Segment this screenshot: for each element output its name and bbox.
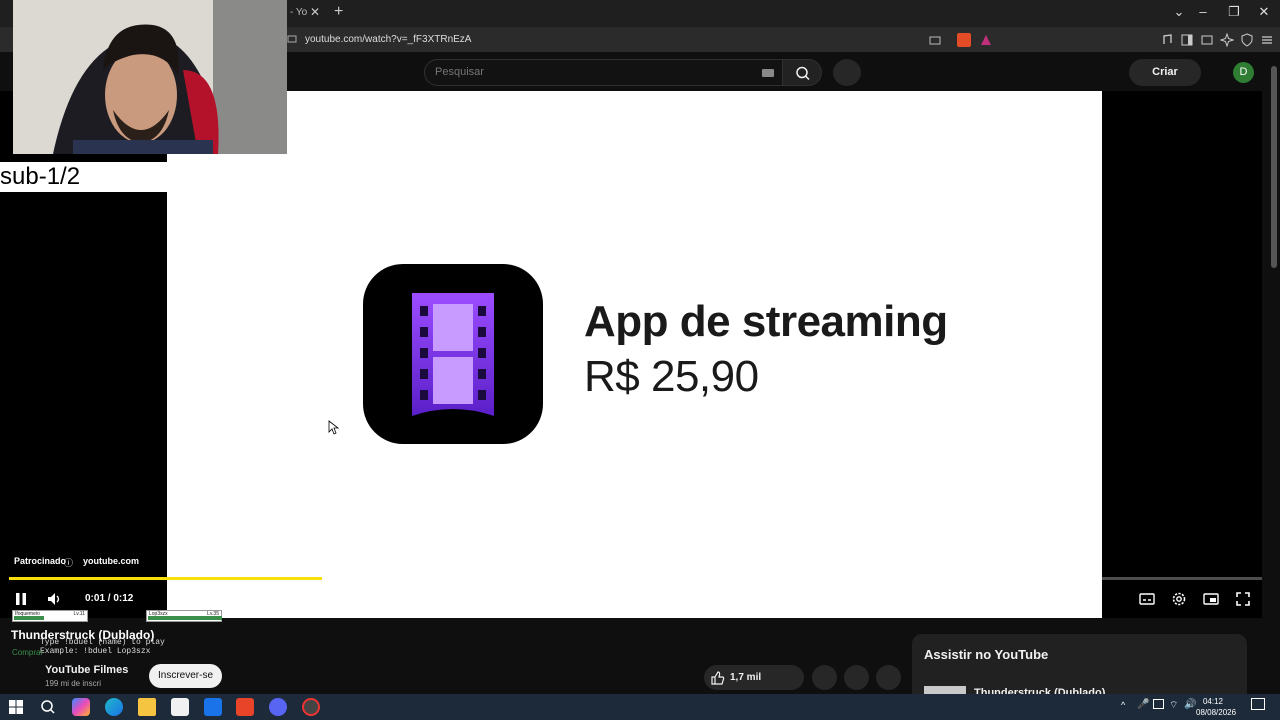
- wallet-icon[interactable]: [1200, 33, 1214, 47]
- windows-start-icon[interactable]: [7, 698, 25, 716]
- url-text[interactable]: youtube.com/watch?v=_fF3XTRnEzA: [305, 34, 471, 45]
- store-icon[interactable]: [171, 698, 189, 716]
- tab-close-icon[interactable]: ✕: [310, 5, 320, 19]
- subscriber-count: 199 mi de inscri: [45, 679, 102, 688]
- notifications-icon[interactable]: [1251, 698, 1265, 710]
- thumbs-up-icon: [711, 671, 725, 685]
- avatar[interactable]: D: [1233, 62, 1254, 83]
- voice-search-button[interactable]: [833, 59, 861, 86]
- hp-bar: [14, 616, 44, 620]
- more-actions-button[interactable]: [876, 665, 901, 690]
- wifi-icon[interactable]: ⌔: [1169, 699, 1178, 712]
- webcam-overlay: [13, 0, 287, 154]
- duel-hint: Type !bduel (name) to play Example: !bdu…: [40, 638, 165, 656]
- vpn-icon[interactable]: [1240, 33, 1254, 47]
- cast-icon[interactable]: [928, 33, 942, 47]
- search-button[interactable]: [782, 59, 822, 86]
- search-icon[interactable]: [39, 698, 57, 716]
- subtitles-button[interactable]: [1138, 590, 1156, 608]
- progress-fill: [9, 577, 323, 580]
- brave-icon[interactable]: [236, 698, 254, 716]
- mouse-cursor-icon: [328, 420, 340, 435]
- tray-chevron-icon[interactable]: ^: [1121, 700, 1125, 710]
- mail-icon[interactable]: [204, 698, 222, 716]
- search-icon: [796, 66, 810, 81]
- clock-time: 04:12: [1202, 697, 1224, 706]
- music-icon[interactable]: [1160, 33, 1174, 47]
- sponsored-label: Patrocinado: [14, 556, 67, 566]
- fullscreen-button[interactable]: [1234, 590, 1252, 608]
- copilot-icon[interactable]: [72, 698, 90, 716]
- sidebar-icon[interactable]: [1180, 33, 1194, 47]
- player-hp-card-1: Ifoquemeio Lv.11: [12, 610, 88, 622]
- player-hp-card-2: Lop3szx Lv.35: [146, 610, 222, 622]
- ad-title: App de streaming: [584, 297, 948, 346]
- volume-button[interactable]: [46, 591, 64, 607]
- leo-ai-icon[interactable]: [1220, 33, 1234, 47]
- duel-hint-line-2: Example: !bduel Lop3szx: [40, 647, 151, 656]
- channel-name[interactable]: YouTube Filmes: [45, 664, 128, 676]
- settings-gear-icon[interactable]: [1170, 590, 1188, 608]
- watch-panel-title: Assistir no YouTube: [924, 647, 1049, 662]
- watch-on-youtube-panel[interactable]: [912, 634, 1247, 694]
- tab-list-chevron-icon[interactable]: ⌄: [1169, 4, 1189, 20]
- share-button[interactable]: [812, 665, 837, 690]
- microphone-icon[interactable]: 🎤: [1137, 699, 1149, 710]
- player-level: Lv.11: [73, 611, 86, 617]
- tab-title[interactable]: - Yo: [290, 7, 307, 18]
- restore-icon[interactable]: ❐: [1224, 4, 1244, 20]
- like-count: 1,7 mil: [730, 672, 762, 683]
- search-input[interactable]: [435, 66, 755, 78]
- pause-button[interactable]: [12, 591, 30, 607]
- watch-item-thumbnail[interactable]: [924, 686, 966, 694]
- network-icon[interactable]: [1153, 699, 1164, 709]
- speaker-icon[interactable]: 🔊: [1184, 699, 1196, 710]
- keyboard-icon[interactable]: [762, 69, 774, 77]
- taskbar-clock[interactable]: 04:12 08/08/2026: [1196, 696, 1237, 718]
- save-button[interactable]: [844, 665, 869, 690]
- ad-domain[interactable]: youtube.com: [83, 556, 139, 566]
- file-explorer-icon[interactable]: [138, 698, 156, 716]
- subscribe-button[interactable]: Inscrever-se: [149, 664, 222, 688]
- film-strip-icon: [412, 293, 494, 416]
- time-display: 0:01 / 0:12: [85, 593, 134, 604]
- minimize-icon[interactable]: –: [1193, 4, 1213, 19]
- obs-icon[interactable]: [302, 698, 320, 716]
- watch-item-title[interactable]: Thunderstruck (Dublado): [974, 687, 1105, 694]
- close-window-icon[interactable]: ✕: [1254, 4, 1274, 20]
- sub-counter-overlay: sub-1/2: [0, 162, 167, 192]
- create-button[interactable]: Criar: [1129, 59, 1201, 86]
- site-info-icon[interactable]: [286, 33, 298, 45]
- info-icon[interactable]: ⓘ: [64, 556, 73, 569]
- brave-rewards-icon[interactable]: [979, 33, 993, 47]
- streamer-webcam-image: [13, 0, 287, 154]
- edge-icon[interactable]: [105, 698, 123, 716]
- hp-bar: [148, 616, 222, 620]
- menu-icon[interactable]: [1260, 33, 1274, 47]
- theater-mode-button[interactable]: [1202, 590, 1220, 608]
- scrollbar-thumb[interactable]: [1271, 66, 1277, 268]
- new-tab-icon[interactable]: +: [334, 3, 343, 21]
- streaming-app-icon: [363, 264, 543, 444]
- search-box[interactable]: [424, 59, 786, 86]
- comprar-label[interactable]: Comprar: [12, 648, 43, 657]
- brave-shields-icon[interactable]: [957, 33, 971, 47]
- duel-hint-line-1: Type !bduel (name) to play: [40, 638, 165, 647]
- windows-taskbar: [0, 694, 1280, 720]
- clock-date: 08/08/2026: [1196, 708, 1237, 717]
- discord-icon[interactable]: [269, 698, 287, 716]
- ad-price: R$ 25,90: [584, 352, 759, 401]
